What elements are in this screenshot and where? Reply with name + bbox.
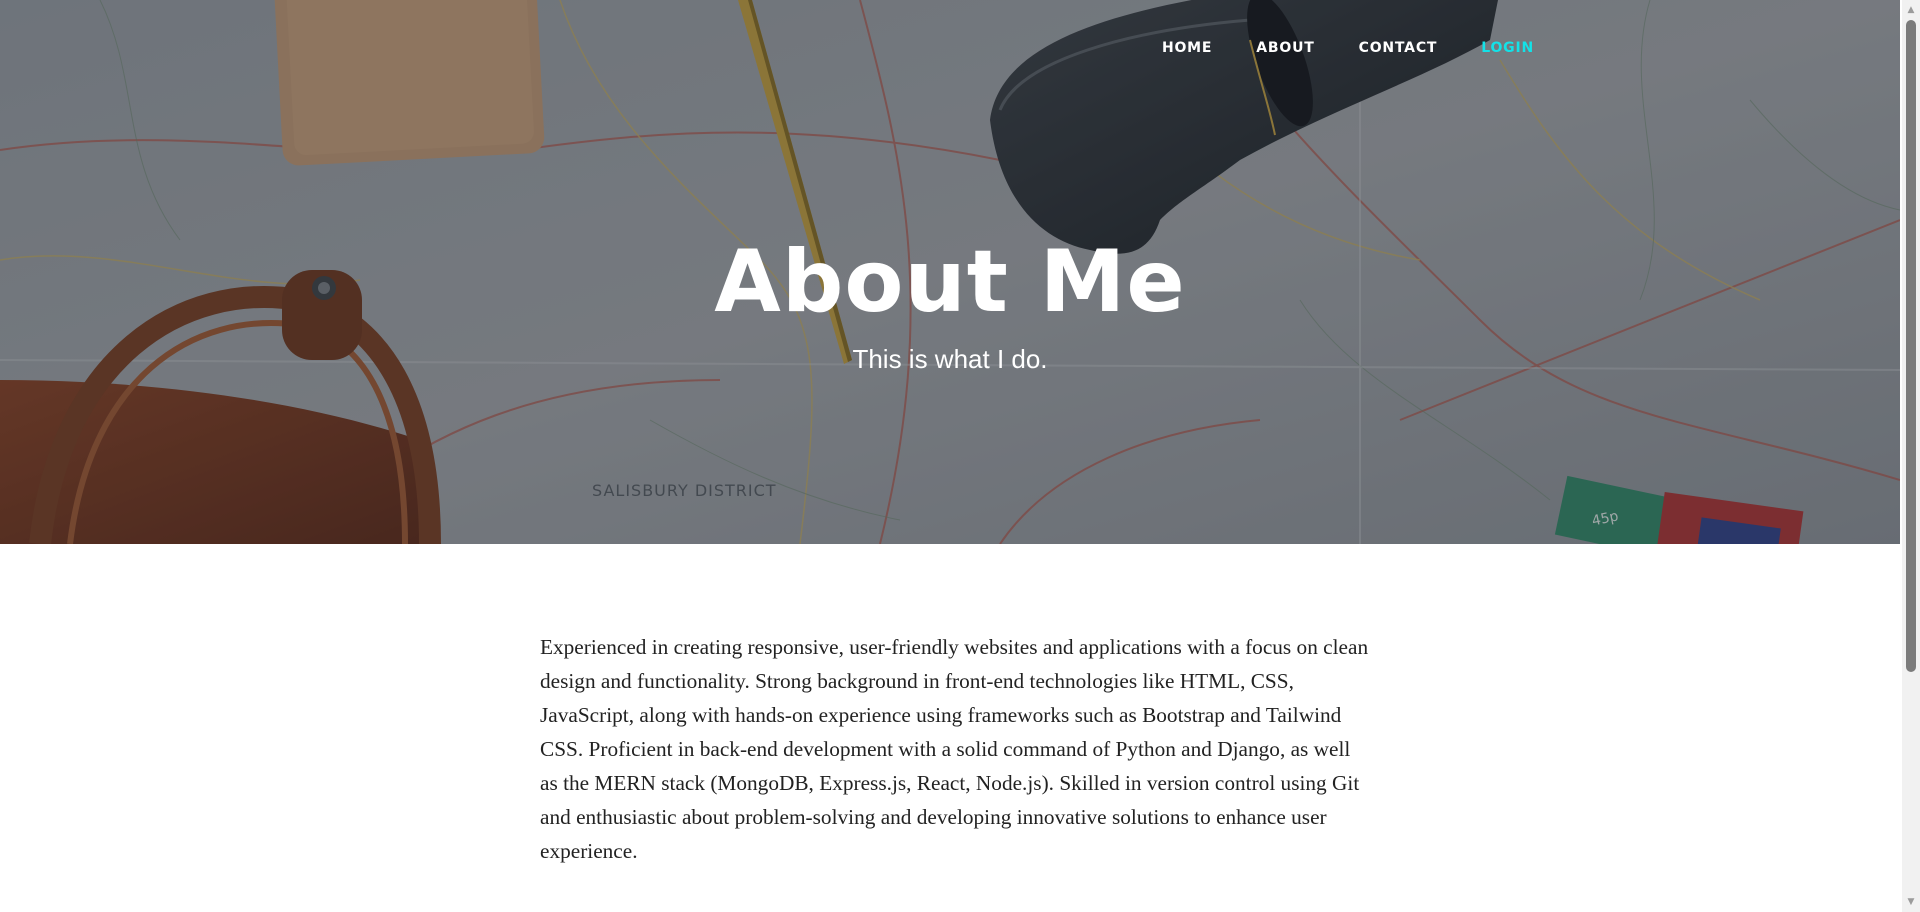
- nav-login-link[interactable]: LOGIN: [1459, 36, 1556, 60]
- nav-about-link[interactable]: ABOUT: [1234, 36, 1336, 60]
- about-content: Experienced in creating responsive, user…: [540, 630, 1370, 868]
- hero-banner: 45p SALISBURY DISTRICT HOME ABOUT CONTAC…: [0, 0, 1900, 544]
- nav-home-link[interactable]: HOME: [1140, 36, 1234, 60]
- scroll-up-arrow-icon[interactable]: ▲: [1902, 2, 1920, 18]
- page: 45p SALISBURY DISTRICT HOME ABOUT CONTAC…: [0, 0, 1920, 912]
- scroll-down-arrow-icon[interactable]: ▼: [1902, 894, 1920, 910]
- page-title: About Me: [714, 232, 1186, 332]
- main-navigation: HOME ABOUT CONTACT LOGIN: [1140, 36, 1556, 60]
- about-paragraph: Experienced in creating responsive, user…: [540, 635, 1369, 863]
- page-subtitle: This is what I do.: [852, 344, 1048, 374]
- scrollbar-thumb[interactable]: [1906, 20, 1916, 672]
- vertical-scrollbar[interactable]: ▲ ▼: [1902, 0, 1920, 912]
- nav-contact-link[interactable]: CONTACT: [1337, 36, 1460, 60]
